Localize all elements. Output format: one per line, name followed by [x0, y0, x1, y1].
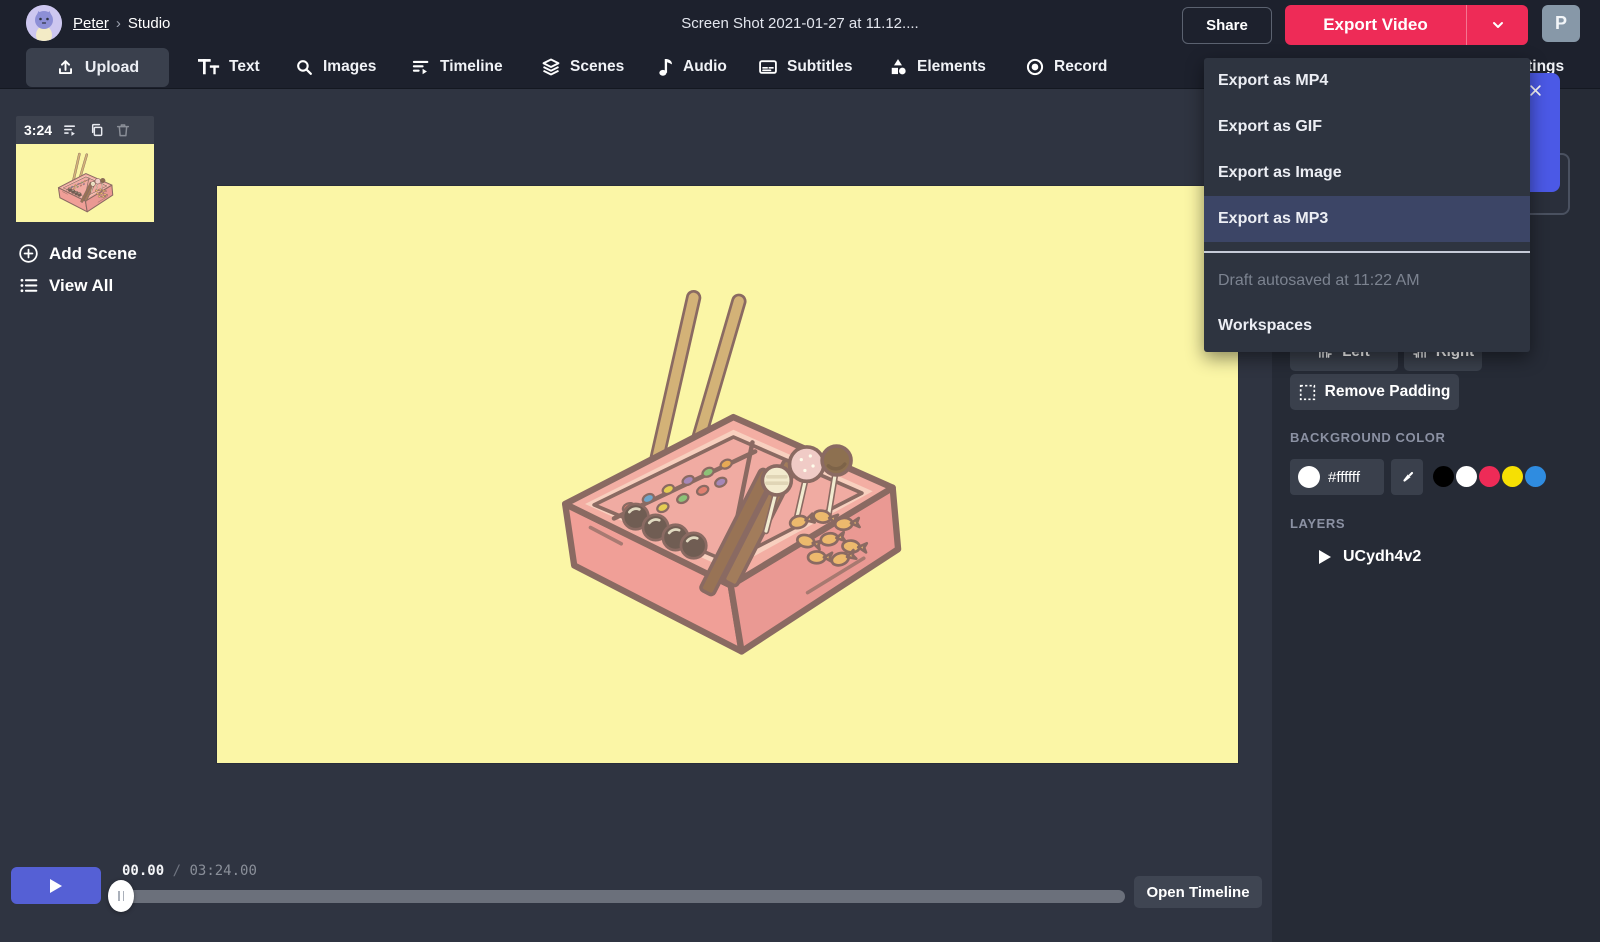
bento-box-illustration[interactable]	[538, 285, 918, 665]
menu-item-export-image[interactable]: Export as Image	[1204, 150, 1530, 196]
time-separator: /	[173, 863, 181, 879]
color-swatches	[1433, 466, 1546, 487]
duplicate-icon[interactable]	[89, 122, 105, 138]
swatch-#2f8ce0[interactable]	[1525, 466, 1546, 487]
tab-timeline-label: Timeline	[440, 58, 503, 76]
tab-elements[interactable]: Elements	[888, 46, 986, 88]
layers-icon	[541, 57, 561, 77]
tab-text[interactable]: Text	[198, 46, 260, 88]
current-color-dot	[1298, 466, 1320, 488]
trash-icon[interactable]	[115, 122, 131, 138]
text-icon	[198, 58, 220, 77]
upload-label: Upload	[85, 59, 139, 77]
tab-audio-label: Audio	[683, 58, 727, 76]
document-title: Screen Shot 2021-01-27 at 11.12....	[681, 0, 918, 46]
tab-text-label: Text	[229, 58, 260, 76]
video-canvas[interactable]	[217, 186, 1238, 763]
subtitles-icon	[758, 57, 778, 77]
add-scene-button[interactable]: Add Scene	[18, 243, 137, 264]
tab-scenes[interactable]: Scenes	[541, 46, 624, 88]
swatch-#ffffff[interactable]	[1456, 466, 1477, 487]
total-time: 03:24.00	[189, 863, 256, 879]
tab-record[interactable]: Record	[1025, 46, 1107, 88]
add-scene-label: Add Scene	[49, 244, 137, 264]
timeline-icon	[411, 58, 431, 77]
export-dropdown-menu: Export as MP4 Export as GIF Export as Im…	[1204, 58, 1530, 352]
tab-scenes-label: Scenes	[570, 58, 624, 76]
view-all-label: View All	[49, 276, 113, 296]
kapwing-studio-app: Peter › Studio Screen Shot 2021-01-27 at…	[0, 0, 1600, 942]
scene-card: 3:24	[16, 116, 154, 222]
tab-timeline[interactable]: Timeline	[411, 46, 503, 88]
view-all-button[interactable]: View All	[18, 275, 113, 296]
record-icon	[1025, 57, 1045, 77]
remove-padding-button[interactable]: Remove Padding	[1290, 374, 1459, 410]
tab-subtitles-label: Subtitles	[787, 58, 852, 76]
export-dropdown-toggle[interactable]	[1466, 5, 1528, 45]
scene-card-header: 3:24	[16, 116, 154, 144]
play-icon	[49, 878, 63, 894]
tab-images[interactable]: Images	[295, 46, 376, 88]
eyedropper-icon	[1399, 469, 1416, 486]
current-time: 00.00	[122, 863, 164, 879]
menu-item-export-gif[interactable]: Export as GIF	[1204, 104, 1530, 150]
tab-record-label: Record	[1054, 58, 1107, 76]
shapes-icon	[888, 57, 908, 77]
menu-item-export-mp3[interactable]: Export as MP3	[1204, 196, 1530, 242]
scene-thumbnail[interactable]	[16, 144, 154, 222]
remove-padding-label: Remove Padding	[1325, 383, 1451, 401]
breadcrumb: Peter › Studio	[73, 0, 170, 46]
open-timeline-button[interactable]: Open Timeline	[1134, 876, 1262, 908]
breadcrumb-page: Studio	[128, 15, 171, 32]
share-button[interactable]: Share	[1182, 7, 1272, 44]
layer-item[interactable]: UCydh4v2	[1318, 548, 1421, 566]
eyedropper-button[interactable]	[1391, 459, 1423, 495]
scene-duration: 3:24	[24, 122, 52, 138]
search-icon	[295, 58, 314, 77]
list-icon	[18, 275, 39, 296]
hex-value: #ffffff	[1328, 469, 1360, 486]
layer-expand-icon[interactable]	[1318, 549, 1332, 565]
breadcrumb-separator: ›	[116, 15, 121, 32]
menu-item-export-mp4[interactable]: Export as MP4	[1204, 58, 1530, 104]
layers-label: LAYERS	[1290, 516, 1345, 531]
breadcrumb-user-link[interactable]: Peter	[73, 15, 109, 32]
background-color-hex[interactable]: #ffffff	[1290, 459, 1384, 495]
user-avatar[interactable]	[26, 5, 62, 41]
upload-icon	[56, 58, 75, 77]
plus-circle-icon	[18, 243, 39, 264]
menu-divider	[1204, 251, 1530, 253]
account-avatar[interactable]: P	[1542, 5, 1580, 42]
swatch-#f6e003[interactable]	[1502, 466, 1523, 487]
seek-handle[interactable]	[108, 880, 134, 912]
tab-images-label: Images	[323, 58, 376, 76]
upload-button[interactable]: Upload	[26, 48, 169, 87]
tab-audio[interactable]: Audio	[658, 46, 727, 88]
seek-bar[interactable]	[121, 890, 1125, 903]
play-button[interactable]	[11, 867, 101, 904]
dashed-square-icon	[1299, 384, 1316, 401]
swatch-#ee2b57[interactable]	[1479, 466, 1500, 487]
scene-timeline-icon[interactable]	[62, 123, 79, 138]
export-video-button[interactable]: Export Video	[1285, 5, 1528, 45]
tab-subtitles[interactable]: Subtitles	[758, 46, 852, 88]
background-color-label: BACKGROUND COLOR	[1290, 430, 1445, 445]
scene-thumbnail-bento-icon	[54, 152, 116, 214]
cat-avatar-icon	[26, 5, 62, 41]
time-display: 00.00 / 03:24.00	[122, 863, 257, 879]
layer-name: UCydh4v2	[1343, 548, 1421, 566]
chevron-down-icon	[1490, 17, 1506, 33]
close-icon[interactable]	[1528, 83, 1543, 98]
menu-item-workspaces[interactable]: Workspaces	[1204, 304, 1530, 348]
export-video-label: Export Video	[1285, 5, 1466, 45]
swatch-#000000[interactable]	[1433, 466, 1454, 487]
music-note-icon	[658, 57, 674, 77]
tab-elements-label: Elements	[917, 58, 986, 76]
autosave-status: Draft autosaved at 11:22 AM	[1204, 258, 1530, 304]
top-bar: Peter › Studio Screen Shot 2021-01-27 at…	[0, 0, 1600, 46]
